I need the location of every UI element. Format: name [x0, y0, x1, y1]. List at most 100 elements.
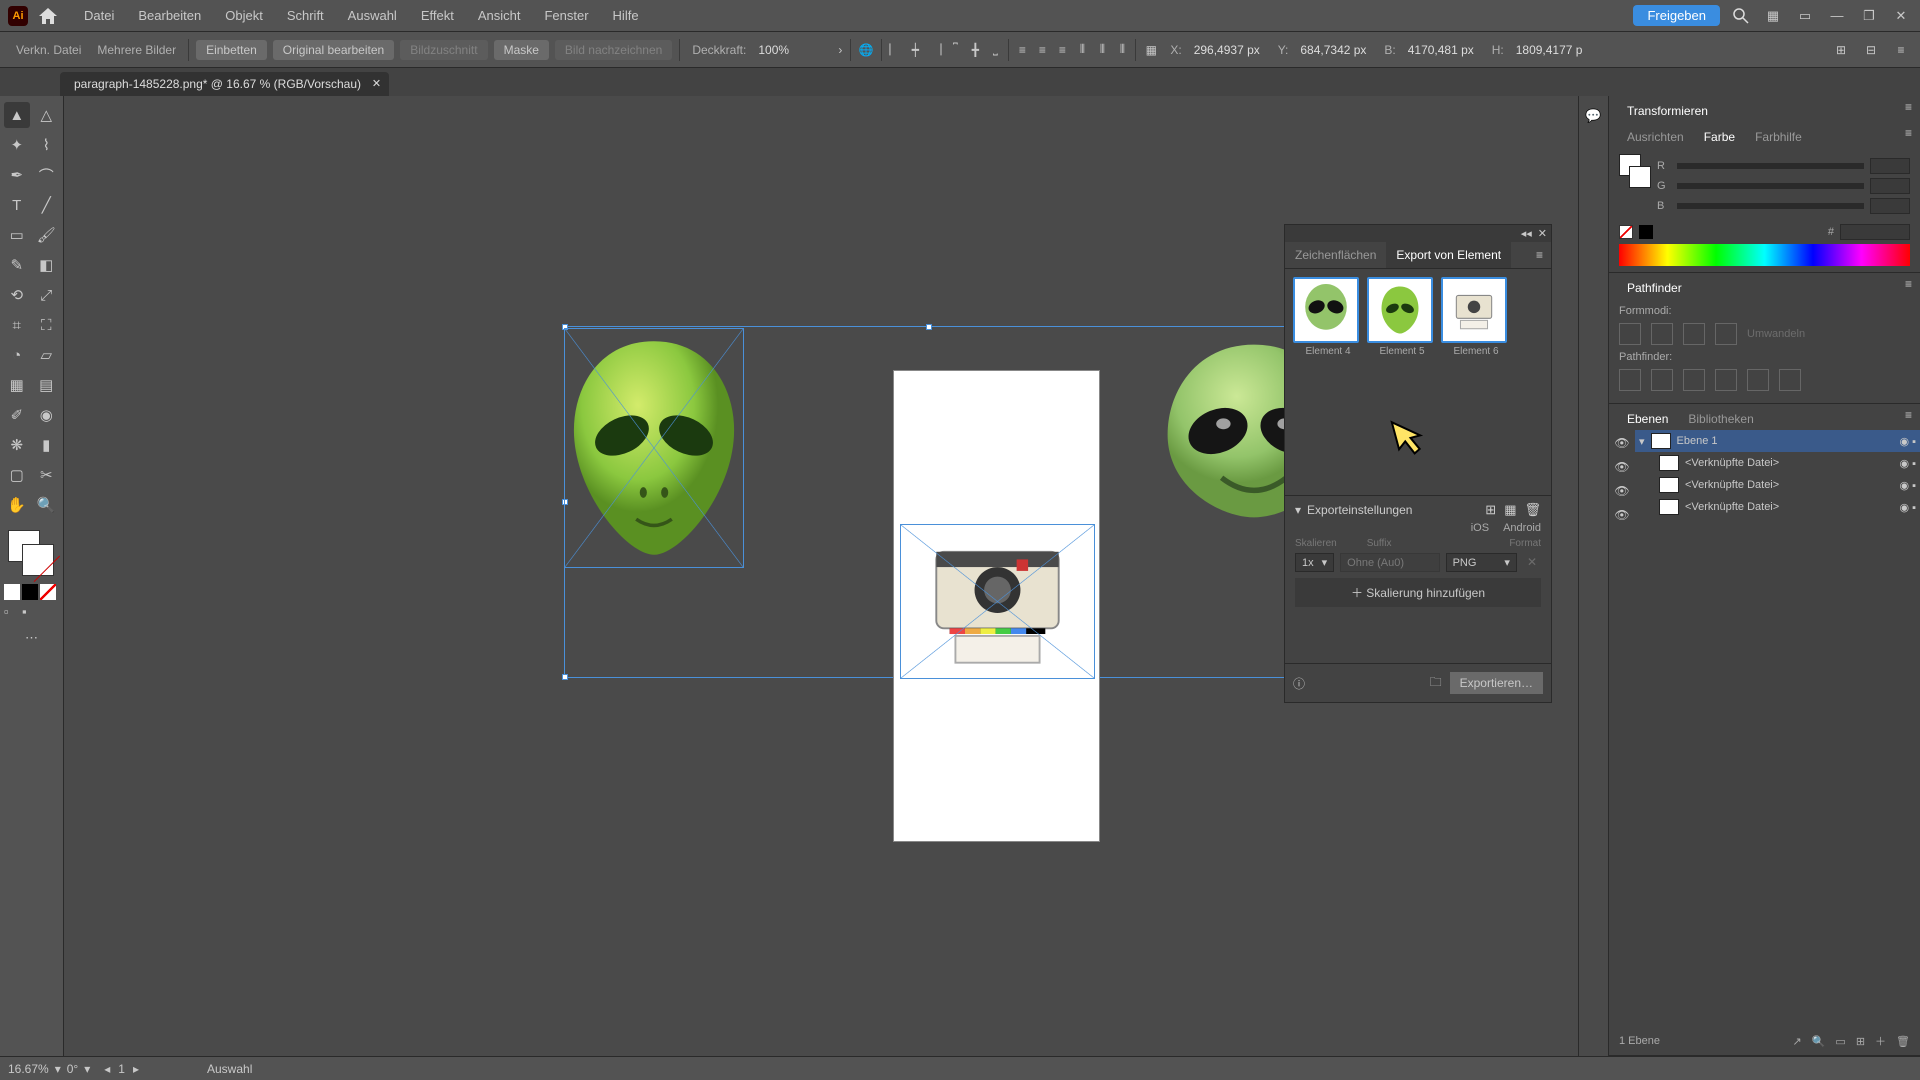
- share-button[interactable]: Freigeben: [1633, 5, 1720, 26]
- brush-tool[interactable]: 🖌: [34, 222, 60, 248]
- screen-normal-icon[interactable]: ▫: [4, 604, 20, 620]
- artboard-index[interactable]: 1: [118, 1062, 125, 1076]
- scale-select[interactable]: 1x▾: [1295, 553, 1334, 572]
- export-button[interactable]: Exportieren…: [1450, 672, 1543, 694]
- workspace-icon[interactable]: ▭: [1794, 5, 1816, 27]
- menu-schrift[interactable]: Schrift: [275, 8, 336, 23]
- align-top-icon[interactable]: ⎴: [946, 41, 964, 59]
- artboard-tool[interactable]: ▢: [4, 462, 30, 488]
- sublayer-name[interactable]: <Verknüpfte Datei>: [1685, 457, 1779, 469]
- tab-pathfinder[interactable]: Pathfinder: [1617, 277, 1692, 299]
- rotate-tool[interactable]: ⟲: [4, 282, 30, 308]
- fill-stroke-swatches[interactable]: [4, 530, 59, 580]
- type-tool[interactable]: T: [4, 192, 30, 218]
- asset-thumb-1[interactable]: Element 4: [1293, 277, 1363, 357]
- zoom-level[interactable]: 16.67%: [8, 1062, 49, 1076]
- line-tool[interactable]: ╱: [34, 192, 60, 218]
- tab-ausrichten[interactable]: Ausrichten: [1617, 126, 1694, 148]
- new-layer-icon[interactable]: ＋: [1875, 1033, 1886, 1049]
- snap-icon[interactable]: ⊟: [1860, 39, 1882, 61]
- color-mode-icon[interactable]: [4, 584, 20, 600]
- home-icon[interactable]: [38, 6, 58, 26]
- chevron-right-icon[interactable]: ›: [834, 43, 846, 57]
- search-icon[interactable]: [1730, 5, 1752, 27]
- b-slider[interactable]: [1677, 203, 1864, 209]
- symbol-tool[interactable]: ❋: [4, 432, 30, 458]
- tab-ebenen[interactable]: Ebenen: [1617, 408, 1678, 430]
- tab-transformieren[interactable]: Transformieren: [1617, 100, 1718, 122]
- search-layer-icon[interactable]: 🔍: [1812, 1035, 1826, 1048]
- clip-icon[interactable]: ▭: [1835, 1035, 1845, 1048]
- none-mode-icon[interactable]: [40, 584, 56, 600]
- artboard-prev-icon[interactable]: ◂: [96, 1062, 118, 1076]
- sublayer-row[interactable]: <Verknüpfte Datei> ◉ ▪: [1635, 496, 1920, 518]
- eraser-tool[interactable]: ◧: [34, 252, 60, 278]
- tab-artboards[interactable]: Zeichenflächen: [1285, 242, 1386, 268]
- toolbar-more-icon[interactable]: ⋯: [4, 630, 59, 646]
- tab-asset-export[interactable]: Export von Element: [1386, 242, 1511, 268]
- chevron-down-icon[interactable]: ▾: [49, 1062, 67, 1076]
- original-button[interactable]: Original bearbeiten: [273, 40, 394, 60]
- none-icon[interactable]: [1619, 225, 1633, 239]
- zoom-tool[interactable]: 🔍: [34, 492, 60, 518]
- free-transform-tool[interactable]: ⛶: [34, 312, 60, 338]
- rotation-value[interactable]: 0°: [67, 1062, 78, 1076]
- suffix-input[interactable]: Ohne (Au0): [1340, 553, 1439, 572]
- dist-bottom-icon[interactable]: ≡: [1053, 41, 1071, 59]
- pf-outline-icon[interactable]: [1747, 369, 1769, 391]
- stroke-swatch[interactable]: [22, 544, 54, 576]
- folder-icon[interactable]: 🗀: [1430, 673, 1442, 694]
- curvature-tool[interactable]: ⌒: [34, 162, 60, 188]
- menu-ansicht[interactable]: Ansicht: [466, 8, 533, 23]
- menu-effekt[interactable]: Effekt: [409, 8, 466, 23]
- dist-vcenter-icon[interactable]: ≡: [1033, 41, 1051, 59]
- panel-collapse-icon[interactable]: ◂◂: [1521, 227, 1532, 240]
- direct-selection-tool[interactable]: △: [34, 102, 60, 128]
- canvas[interactable]: ◂◂ ✕ Zeichenflächen Export von Element ≡…: [64, 96, 1578, 1056]
- pf-divide-icon[interactable]: [1619, 369, 1641, 391]
- asset-export-panel[interactable]: ◂◂ ✕ Zeichenflächen Export von Element ≡…: [1284, 224, 1552, 703]
- panel-menu-icon[interactable]: ≡: [1905, 100, 1912, 122]
- rectangle-tool[interactable]: ▭: [4, 222, 30, 248]
- format-select[interactable]: PNG▾: [1446, 553, 1517, 572]
- add-to-list-icon[interactable]: ⊞: [1485, 502, 1496, 518]
- menu-bearbeiten[interactable]: Bearbeiten: [126, 8, 213, 23]
- dist-hcenter-icon[interactable]: ⦀: [1093, 41, 1111, 59]
- black-swatch-icon[interactable]: [1639, 225, 1653, 239]
- ref-point-icon[interactable]: ▦: [1140, 39, 1162, 61]
- scale-tool[interactable]: ⤢: [34, 282, 60, 308]
- mask-button[interactable]: Maske: [494, 40, 549, 60]
- chevron-down-icon[interactable]: ▾: [1639, 435, 1645, 448]
- b-value[interactable]: [1870, 198, 1910, 214]
- panel-close-icon[interactable]: ✕: [1538, 227, 1547, 240]
- mesh-tool[interactable]: ▦: [4, 372, 30, 398]
- menu-datei[interactable]: Datei: [72, 8, 126, 23]
- lasso-tool[interactable]: ⌇: [34, 132, 60, 158]
- panel-menu-icon[interactable]: ≡: [1905, 408, 1912, 430]
- chevron-down-icon[interactable]: ▾: [1295, 503, 1301, 517]
- platform-android[interactable]: Android: [1503, 522, 1541, 534]
- hand-tool[interactable]: ✋: [4, 492, 30, 518]
- add-scale-button[interactable]: ＋ Skalierung hinzufügen: [1295, 578, 1541, 607]
- maximize-icon[interactable]: ❐: [1858, 5, 1880, 27]
- pathfinder-unite-icon[interactable]: [1619, 323, 1641, 345]
- comments-icon[interactable]: 💬: [1585, 108, 1601, 124]
- magic-wand-tool[interactable]: ✦: [4, 132, 30, 158]
- pathfinder-exclude-icon[interactable]: [1715, 323, 1737, 345]
- pf-trim-icon[interactable]: [1651, 369, 1673, 391]
- align-vcenter-icon[interactable]: ╋: [966, 41, 984, 59]
- info-icon[interactable]: ⓘ: [1293, 675, 1305, 692]
- asset-thumb-2[interactable]: Element 5: [1367, 277, 1437, 357]
- h-value[interactable]: 1809,4177 p: [1512, 43, 1592, 57]
- close-icon[interactable]: ✕: [1890, 5, 1912, 27]
- panel-menu-icon[interactable]: ≡: [1905, 126, 1912, 148]
- sublayer-name[interactable]: <Verknüpfte Datei>: [1685, 479, 1779, 491]
- placed-image-alien-left[interactable]: [564, 328, 744, 568]
- tab-bibliotheken[interactable]: Bibliotheken: [1678, 408, 1763, 430]
- dist-right-icon[interactable]: ⦀: [1113, 41, 1131, 59]
- visibility-icon[interactable]: 👁: [1613, 482, 1631, 500]
- align-bottom-icon[interactable]: ⎵: [986, 41, 1004, 59]
- x-value[interactable]: 296,4937 px: [1190, 43, 1270, 57]
- slice-tool[interactable]: ✂: [34, 462, 60, 488]
- g-slider[interactable]: [1677, 183, 1864, 189]
